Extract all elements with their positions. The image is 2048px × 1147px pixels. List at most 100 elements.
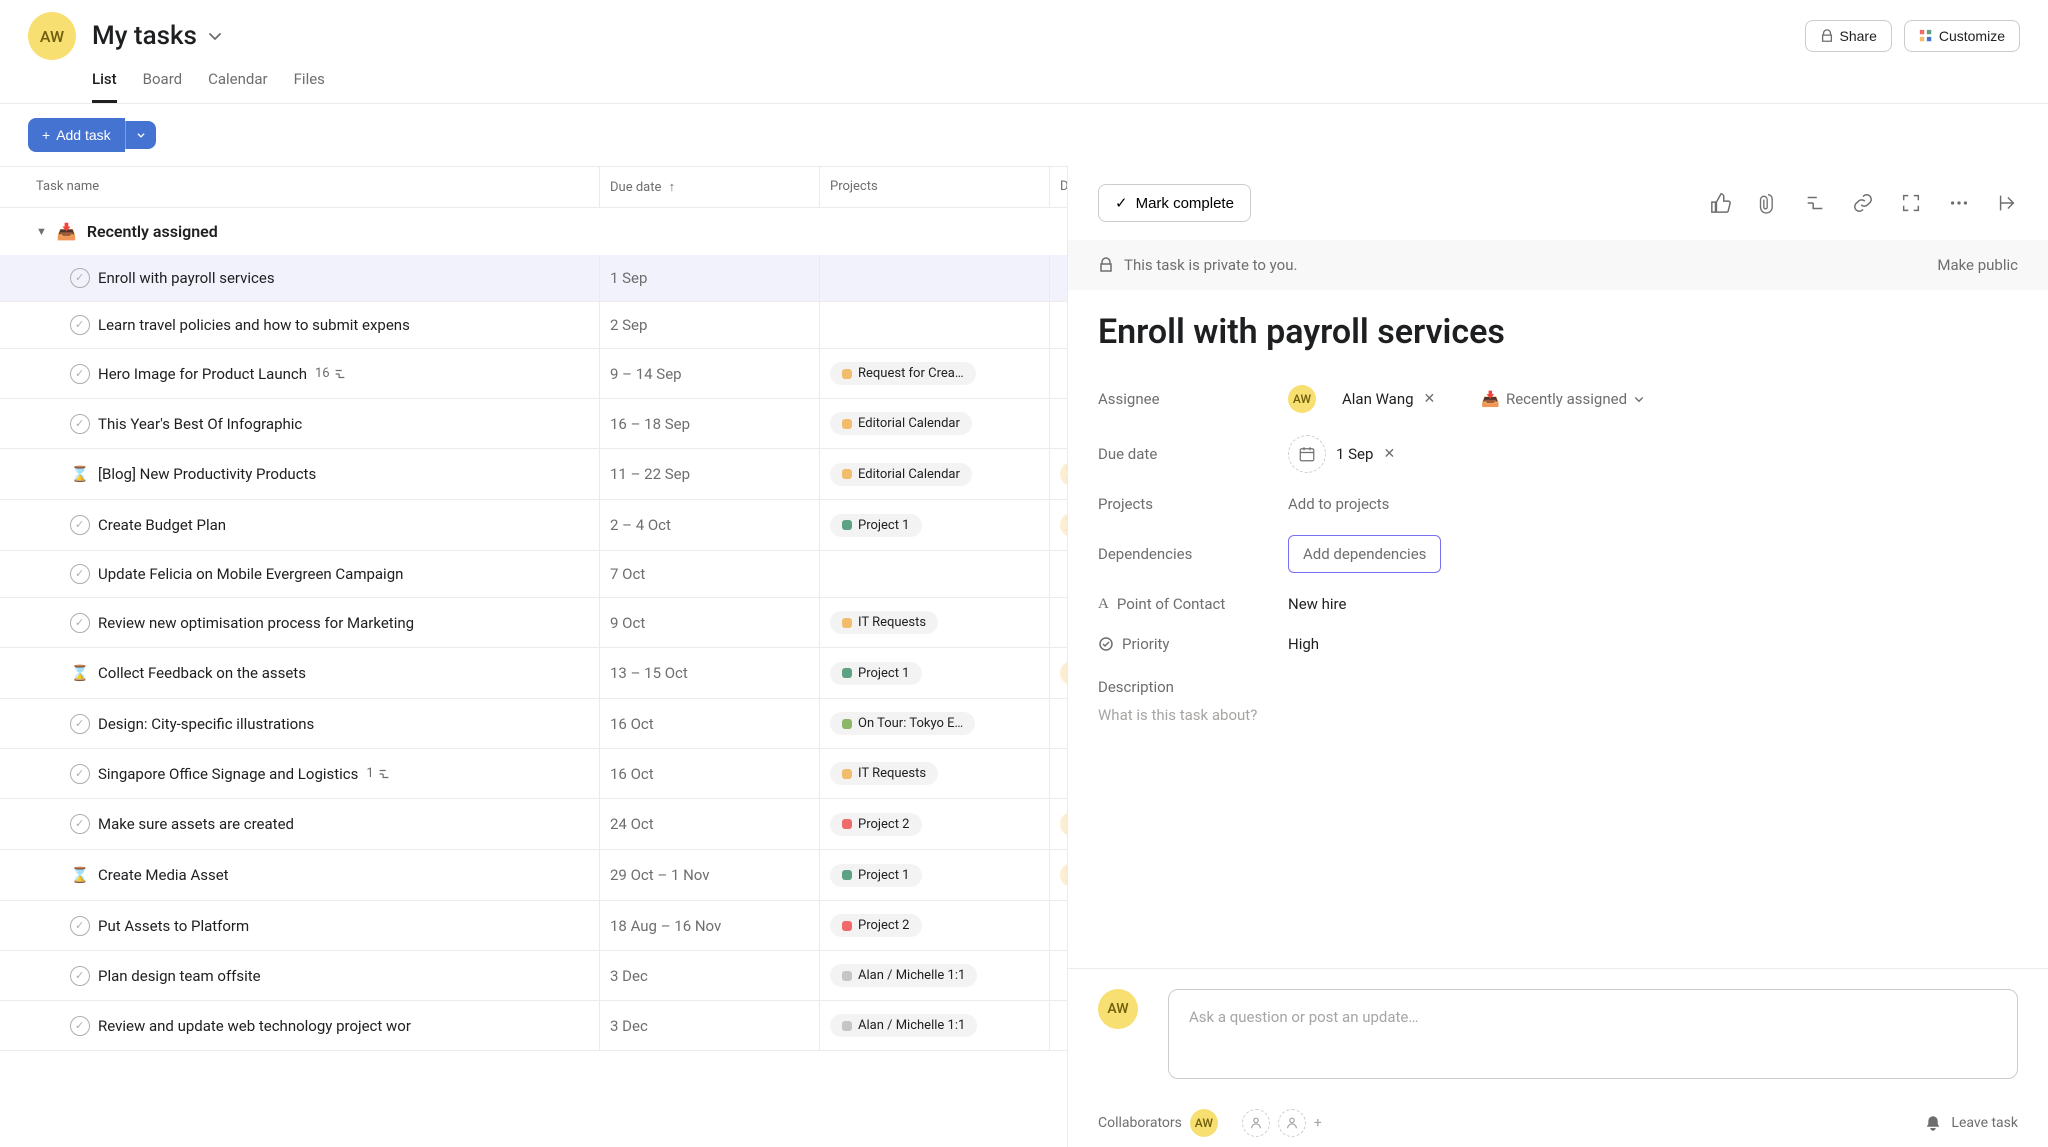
task-row[interactable]: Learn travel policies and how to submit …: [0, 302, 1067, 349]
dependency-cell[interactable]: [1050, 699, 1068, 748]
due-date-cell[interactable]: 2 – 4 Oct: [600, 500, 820, 550]
due-date-cell[interactable]: 18 Aug – 16 Nov: [600, 901, 820, 950]
dependency-cell[interactable]: [1050, 1001, 1068, 1050]
task-row[interactable]: Make sure assets are created24 OctProjec…: [0, 799, 1067, 850]
subtask-icon[interactable]: [1804, 192, 1826, 214]
project-cell[interactable]: Project 1: [820, 850, 1050, 900]
task-row[interactable]: Create Budget Plan2 – 4 OctProject 1⌛: [0, 500, 1067, 551]
due-date-cell[interactable]: 16 Oct: [600, 749, 820, 798]
dependency-cell[interactable]: [1050, 551, 1068, 597]
share-button[interactable]: Share: [1805, 20, 1892, 52]
due-date-cell[interactable]: 3 Dec: [600, 951, 820, 1000]
attachment-icon[interactable]: [1758, 192, 1778, 214]
complete-toggle[interactable]: [70, 814, 90, 834]
project-cell[interactable]: IT Requests: [820, 598, 1050, 647]
task-row[interactable]: Design: City-specific illustrations16 Oc…: [0, 699, 1067, 749]
project-cell[interactable]: [820, 551, 1050, 597]
add-task-dropdown[interactable]: [125, 121, 156, 149]
dependency-cell[interactable]: ⌛: [1050, 850, 1068, 900]
due-date-cell[interactable]: 2 Sep: [600, 302, 820, 348]
section-selector[interactable]: 📥 Recently assigned: [1481, 390, 1645, 408]
tab-list[interactable]: List: [92, 70, 117, 103]
due-date-cell[interactable]: 7 Oct: [600, 551, 820, 597]
assignee-name[interactable]: Alan Wang: [1342, 390, 1414, 408]
project-cell[interactable]: Project 1: [820, 500, 1050, 550]
due-date-cell[interactable]: 3 Dec: [600, 1001, 820, 1050]
task-row[interactable]: Singapore Office Signage and Logistics1 …: [0, 749, 1067, 799]
dependency-cell[interactable]: [1050, 749, 1068, 798]
due-date-value[interactable]: 1 Sep: [1336, 445, 1373, 463]
dependency-cell[interactable]: ⌛: [1050, 449, 1068, 499]
due-date-cell[interactable]: 29 Oct – 1 Nov: [600, 850, 820, 900]
complete-toggle[interactable]: [70, 564, 90, 584]
section-header[interactable]: ▼ 📥 Recently assigned: [0, 208, 1067, 255]
project-cell[interactable]: IT Requests: [820, 749, 1050, 798]
task-row[interactable]: Review and update web technology project…: [0, 1001, 1067, 1051]
dependency-cell[interactable]: [1050, 951, 1068, 1000]
complete-toggle[interactable]: [70, 916, 90, 936]
dependency-cell[interactable]: ⌛: [1050, 799, 1068, 849]
dependency-cell[interactable]: ⌛: [1050, 500, 1068, 550]
dependency-cell[interactable]: [1050, 255, 1068, 301]
remove-assignee-icon[interactable]: ✕: [1424, 391, 1436, 407]
calendar-icon[interactable]: [1288, 435, 1326, 473]
due-date-cell[interactable]: 9 Oct: [600, 598, 820, 647]
add-task-button[interactable]: + Add task: [28, 118, 125, 152]
complete-toggle[interactable]: [70, 515, 90, 535]
tab-calendar[interactable]: Calendar: [208, 70, 268, 103]
task-row[interactable]: ⌛Create Media Asset29 Oct – 1 NovProject…: [0, 850, 1067, 901]
complete-toggle[interactable]: [70, 364, 90, 384]
project-cell[interactable]: On Tour: Tokyo E…: [820, 699, 1050, 748]
column-due-date[interactable]: Due date ↑: [600, 167, 820, 207]
project-cell[interactable]: Project 1: [820, 648, 1050, 698]
customize-button[interactable]: Customize: [1904, 20, 2020, 52]
due-date-cell[interactable]: 9 – 14 Sep: [600, 349, 820, 398]
dependency-cell[interactable]: [1050, 598, 1068, 647]
task-row[interactable]: ⌛[Blog] New Productivity Products11 – 22…: [0, 449, 1067, 500]
project-cell[interactable]: Project 2: [820, 901, 1050, 950]
complete-toggle[interactable]: [70, 714, 90, 734]
project-cell[interactable]: Alan / Michelle 1:1: [820, 951, 1050, 1000]
task-row[interactable]: Update Felicia on Mobile Evergreen Campa…: [0, 551, 1067, 598]
fullscreen-icon[interactable]: [1900, 192, 1922, 214]
page-title-row[interactable]: My tasks: [92, 21, 223, 51]
project-cell[interactable]: [820, 255, 1050, 301]
project-cell[interactable]: Editorial Calendar: [820, 399, 1050, 448]
task-title[interactable]: Enroll with payroll services: [1098, 312, 2018, 352]
due-date-cell[interactable]: 16 – 18 Sep: [600, 399, 820, 448]
add-collaborator-button-2[interactable]: [1278, 1109, 1306, 1137]
add-dependencies-button[interactable]: Add dependencies: [1288, 535, 1441, 573]
complete-toggle[interactable]: [70, 268, 90, 288]
make-public-button[interactable]: Make public: [1937, 256, 2018, 274]
mark-complete-button[interactable]: ✓ Mark complete: [1098, 184, 1251, 222]
complete-toggle[interactable]: [70, 1016, 90, 1036]
add-to-projects-button[interactable]: Add to projects: [1288, 495, 1389, 513]
column-dependencies[interactable]: De: [1050, 167, 1068, 207]
link-icon[interactable]: [1852, 192, 1874, 214]
dependency-cell[interactable]: [1050, 349, 1068, 398]
leave-task-button[interactable]: Leave task: [1951, 1115, 2018, 1131]
due-date-cell[interactable]: 13 – 15 Oct: [600, 648, 820, 698]
remove-due-date-icon[interactable]: ✕: [1383, 446, 1395, 462]
poc-value[interactable]: New hire: [1288, 595, 1346, 613]
more-icon[interactable]: [1948, 192, 1970, 214]
project-cell[interactable]: Request for Crea…: [820, 349, 1050, 398]
plus-icon[interactable]: +: [1314, 1115, 1322, 1131]
complete-toggle[interactable]: [70, 966, 90, 986]
project-cell[interactable]: Project 2: [820, 799, 1050, 849]
user-avatar[interactable]: AW: [28, 12, 76, 60]
due-date-cell[interactable]: 16 Oct: [600, 699, 820, 748]
add-collaborator-button[interactable]: [1242, 1109, 1270, 1137]
task-row[interactable]: Put Assets to Platform18 Aug – 16 NovPro…: [0, 901, 1067, 951]
due-date-cell[interactable]: 1 Sep: [600, 255, 820, 301]
collaborator-avatar[interactable]: AW: [1190, 1109, 1218, 1137]
project-cell[interactable]: Alan / Michelle 1:1: [820, 1001, 1050, 1050]
task-row[interactable]: ⌛Collect Feedback on the assets13 – 15 O…: [0, 648, 1067, 699]
dependency-cell[interactable]: [1050, 302, 1068, 348]
task-row[interactable]: Review new optimisation process for Mark…: [0, 598, 1067, 648]
description-input[interactable]: What is this task about?: [1098, 706, 2018, 724]
column-task-name[interactable]: Task name: [0, 167, 600, 207]
complete-toggle[interactable]: [70, 414, 90, 434]
comment-input[interactable]: Ask a question or post an update…: [1168, 989, 2018, 1079]
priority-value[interactable]: High: [1288, 635, 1319, 653]
